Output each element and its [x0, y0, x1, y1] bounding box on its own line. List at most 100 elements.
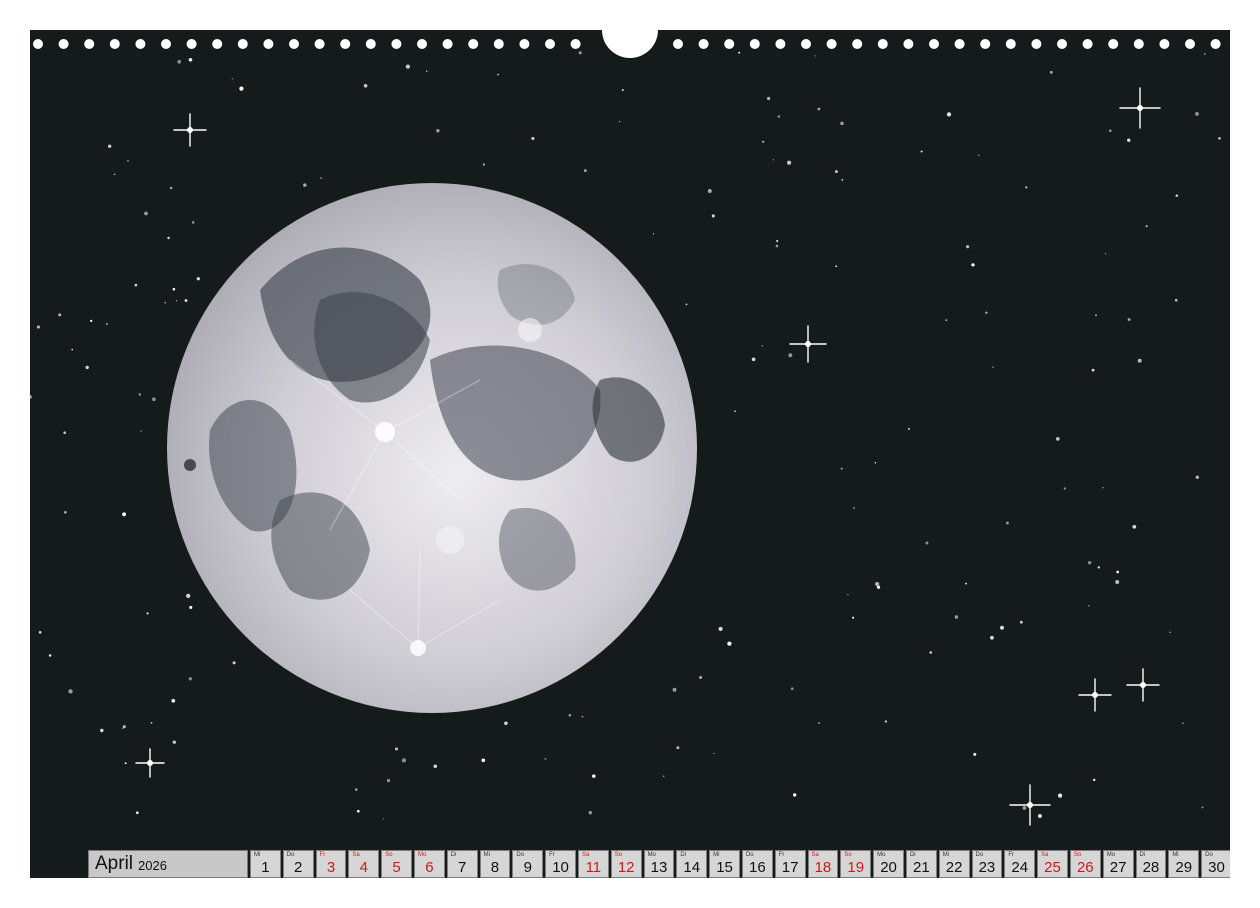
- day-cell: Mo 20: [873, 850, 904, 878]
- weekday-label: Do: [286, 852, 295, 858]
- star-dot: [188, 58, 193, 62]
- day-cell: Do 30: [1201, 850, 1230, 878]
- weekday-label: Do: [516, 852, 525, 858]
- star-dot: [977, 154, 980, 157]
- star-dot: [907, 427, 910, 430]
- star-dot: [925, 541, 929, 545]
- star-dot: [776, 240, 779, 242]
- star-dot: [775, 244, 779, 248]
- day-number: 21: [912, 859, 930, 876]
- day-cell: Fr 10: [545, 850, 576, 878]
- star-dot: [1174, 298, 1178, 302]
- star-dot: [652, 233, 655, 235]
- star-dot: [1109, 129, 1112, 132]
- day-cell: So 19: [840, 850, 872, 878]
- moon-icon: [167, 183, 697, 713]
- star-dot: [1116, 570, 1120, 574]
- star-dot: [834, 170, 838, 174]
- star-dot: [965, 582, 968, 585]
- weekday-label: Mo: [877, 852, 886, 858]
- star-dot: [727, 641, 732, 646]
- star-dot: [171, 698, 176, 703]
- star-dot: [1092, 778, 1096, 782]
- star-dot: [90, 319, 93, 323]
- weekday-label: Mo: [417, 852, 427, 858]
- star-dot: [578, 51, 582, 55]
- star-dot: [1182, 722, 1184, 725]
- month-label-box: April 2026: [88, 850, 248, 878]
- weekday-label: Mi: [942, 852, 950, 858]
- weekday-label: So: [1073, 852, 1082, 858]
- weekday-label: Di: [1139, 852, 1146, 858]
- day-number: 30: [1208, 859, 1225, 876]
- star-dot: [1102, 486, 1104, 489]
- weekday-label: Fr: [549, 852, 555, 858]
- star-dot: [38, 630, 42, 634]
- day-cell: Sa 4: [348, 850, 380, 878]
- star-dot: [108, 144, 112, 148]
- star-dot: [121, 727, 124, 730]
- star-dot: [177, 59, 182, 64]
- star-dot: [772, 159, 775, 161]
- star-dot: [134, 283, 138, 287]
- star-dot: [592, 774, 596, 778]
- star-dot: [1000, 625, 1004, 630]
- star-dot: [172, 287, 176, 291]
- calendar-page: April 2026 Mi 1 Do 2 Fr 3 Sa 4 So 5 Mo 6 Di 7 Mi 8 Do 9 Fr…: [30, 30, 1230, 878]
- star-dot: [1005, 521, 1009, 525]
- star-dot: [1115, 580, 1120, 584]
- weekday-label: Mi: [254, 852, 261, 858]
- star-dot: [762, 140, 765, 143]
- star-dot: [874, 581, 880, 587]
- star-dot: [1037, 814, 1042, 818]
- weekday-label: Mo: [1106, 852, 1116, 858]
- star-dot: [30, 395, 32, 399]
- star-dot: [164, 301, 166, 304]
- star-dot: [71, 348, 74, 351]
- star-dot: [363, 83, 368, 88]
- day-number: 5: [392, 859, 401, 876]
- day-cell: Do 16: [741, 850, 773, 878]
- sparkle-star-icon: [1119, 87, 1161, 129]
- star-dot: [1145, 225, 1148, 228]
- weekday-label: Di: [450, 852, 457, 858]
- star-dot: [436, 129, 440, 133]
- star-dot: [127, 159, 129, 162]
- day-cell: Mi 15: [709, 850, 740, 878]
- star-dot: [135, 811, 139, 815]
- star-dot: [100, 728, 104, 733]
- star-dot: [144, 211, 148, 216]
- star-dot: [852, 616, 855, 619]
- star-dot: [835, 265, 838, 268]
- star-dot: [973, 752, 977, 756]
- day-cell: So 26: [1069, 850, 1101, 878]
- star-dot: [239, 86, 244, 91]
- star-dot: [68, 689, 73, 694]
- day-cell: Mi 22: [938, 850, 970, 878]
- star-dot: [766, 96, 771, 101]
- star-dot: [58, 313, 62, 317]
- day-number: 1: [261, 859, 270, 876]
- weekday-label: Sa: [1041, 852, 1049, 858]
- sparkle-star-icon: [1078, 678, 1112, 712]
- star-dot: [1127, 318, 1131, 321]
- star-dot: [884, 720, 888, 723]
- star-dot: [356, 809, 360, 813]
- day-number: 3: [326, 859, 336, 876]
- day-number: 26: [1076, 859, 1094, 876]
- star-dot: [793, 793, 797, 797]
- star-dot: [718, 626, 723, 631]
- day-cell: Di 21: [905, 850, 937, 878]
- star-dot: [818, 722, 820, 724]
- star-dot: [817, 107, 821, 111]
- star-dot: [1175, 194, 1179, 197]
- day-cell: Do 9: [512, 850, 544, 878]
- weekday-label: Do: [745, 852, 754, 858]
- star-dot: [777, 115, 781, 118]
- weekday-label: Do: [975, 852, 984, 858]
- weekday-label: Di: [680, 852, 687, 858]
- day-cell: Mi 8: [479, 850, 511, 878]
- weekday-label: Do: [1205, 852, 1213, 858]
- star-dot: [1087, 560, 1092, 565]
- star-dot: [1132, 524, 1137, 529]
